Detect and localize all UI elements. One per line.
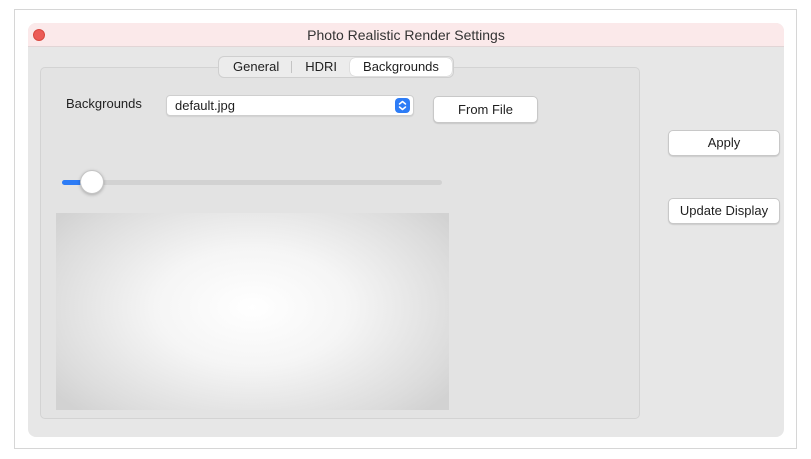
render-settings-window: Photo Realistic Render Settings General … — [28, 23, 784, 437]
backgrounds-select[interactable]: default.jpg — [166, 95, 414, 116]
window-title: Photo Realistic Render Settings — [307, 27, 505, 43]
update-display-button[interactable]: Update Display — [668, 198, 780, 224]
tab-bar: General HDRI Backgrounds — [218, 56, 454, 78]
title-bar: Photo Realistic Render Settings — [28, 23, 784, 47]
tab-general[interactable]: General — [220, 58, 293, 76]
background-slider[interactable] — [62, 170, 442, 194]
backgrounds-label: Backgrounds — [66, 96, 142, 111]
from-file-button[interactable]: From File — [433, 96, 538, 123]
up-down-chevron-icon — [395, 98, 410, 113]
background-preview — [56, 213, 449, 410]
apply-button[interactable]: Apply — [668, 130, 780, 156]
backgrounds-select-value: default.jpg — [175, 98, 235, 113]
tab-hdri[interactable]: HDRI — [292, 58, 350, 76]
tab-backgrounds[interactable]: Backgrounds — [350, 58, 452, 76]
